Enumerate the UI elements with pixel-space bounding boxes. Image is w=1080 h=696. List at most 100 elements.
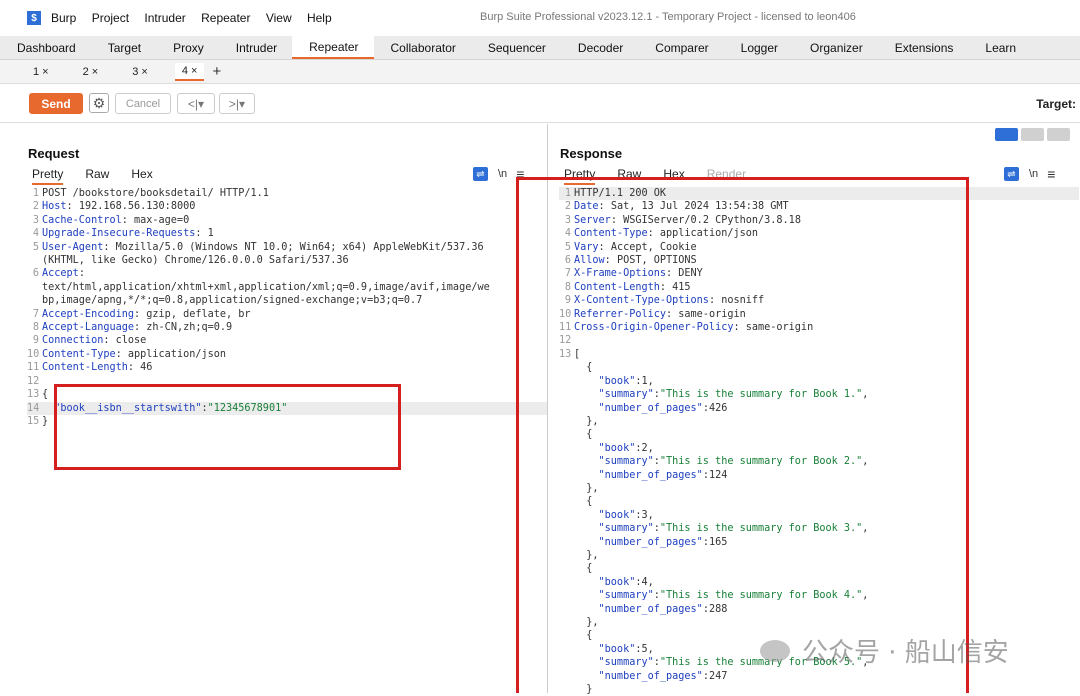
menu-burp[interactable]: Burp (51, 11, 76, 25)
line-number (27, 281, 39, 294)
watermark: 公众号 · 船山信安 (760, 632, 1009, 669)
code-key: Accept-Encoding (42, 308, 135, 320)
request-tab-hex[interactable]: Hex (131, 167, 152, 185)
tab-learn[interactable]: Learn (968, 36, 1031, 59)
burp-logo-icon: $ (27, 11, 41, 25)
code-value: : 192.168.56.130:8000 (66, 201, 196, 213)
request-tab-raw[interactable]: Raw (85, 167, 109, 185)
code-value: : zh-CN,zh;q=0.9 (134, 322, 233, 334)
toolbar: Send ⚙ Cancel <|▾ >|▾ Target: (0, 85, 1080, 123)
code-value: : 46 (127, 362, 153, 374)
menu-help[interactable]: Help (307, 11, 332, 25)
tab-collaborator[interactable]: Collaborator (374, 36, 471, 59)
code-value: : close (103, 335, 147, 347)
request-tab-pretty[interactable]: Pretty (32, 167, 64, 185)
code-line: (KHTML, like Gecko) Chrome/126.0.0.0 Saf… (27, 254, 547, 267)
add-tab-icon[interactable]: + (212, 63, 221, 80)
request-title: Request (28, 146, 80, 161)
code-line: 11 Content-Length: 46 (27, 361, 547, 374)
code-value: : Mozilla/5.0 (Windows NT 10.0; Win64; x… (103, 241, 484, 253)
line-number: 11 (27, 362, 40, 374)
title-bar: $ Burp Project Intruder Repeater View He… (0, 0, 1080, 36)
line-number: 5 (32, 241, 39, 253)
annotation-box-request (54, 384, 401, 470)
repeater-tab-4[interactable]: 4 × (174, 62, 205, 81)
code-line: 5 User-Agent: Mozilla/5.0 (Windows NT 10.… (27, 241, 547, 254)
code-line: 4 Upgrade-Insecure-Requests: 1 (27, 227, 547, 240)
code-value: : (78, 268, 85, 280)
code-value: : application/json (115, 348, 227, 360)
layout-tabs-icon[interactable] (1047, 128, 1070, 141)
target-label[interactable]: Target: (1036, 97, 1076, 111)
code-value: : max-age=0 (121, 214, 190, 226)
code-key: User-Agent (42, 241, 104, 253)
layout-horizontal-icon[interactable] (1021, 128, 1044, 141)
tab-dashboard[interactable]: Dashboard (0, 36, 91, 59)
code-line: 7 Accept-Encoding: gzip, deflate, br (27, 308, 547, 321)
line-number: 9 (32, 335, 39, 347)
line-number: 8 (32, 322, 39, 334)
send-button[interactable]: Send (29, 93, 83, 114)
code-key: Upgrade-Insecure-Requests (42, 228, 196, 240)
code-value: : 1 (195, 228, 214, 240)
window-title: Burp Suite Professional v2023.12.1 - Tem… (480, 11, 856, 23)
tab-intruder[interactable]: Intruder (219, 36, 292, 59)
tab-extensions[interactable]: Extensions (878, 36, 969, 59)
code-value: bp,image/apng,*/*;q=0.8,application/sign… (42, 295, 423, 307)
repeater-tab-1[interactable]: 1 × (26, 64, 56, 80)
repeater-tabs: 1 × 2 × 3 × 4 × + (0, 60, 1080, 84)
tab-comparer[interactable]: Comparer (638, 36, 723, 59)
settings-gear-icon[interactable]: ⚙ (89, 93, 109, 113)
newline-toggle-icon[interactable]: \n (498, 168, 507, 180)
menu-view[interactable]: View (266, 11, 292, 25)
code-value: POST /bookstore/booksdetail/ HTTP/1.1 (42, 188, 269, 199)
wrap-lines-icon[interactable]: ⇌ (473, 167, 488, 181)
repeater-tab-2[interactable]: 2 × (76, 64, 106, 80)
code-line: 1 POST /bookstore/booksdetail/ HTTP/1.1 (27, 187, 547, 200)
tab-proxy[interactable]: Proxy (156, 36, 219, 59)
code-value: (KHTML, like Gecko) Chrome/126.0.0.0 Saf… (42, 255, 349, 267)
code-line: 3 Cache-Control: max-age=0 (27, 214, 547, 227)
wrap-lines-icon[interactable]: ⇌ (1004, 167, 1019, 181)
code-key: Content-Type (42, 348, 116, 360)
line-number: 4 (32, 228, 39, 240)
menu-project[interactable]: Project (92, 11, 129, 25)
code-key: Connection (42, 335, 104, 347)
line-number: 3 (32, 214, 39, 226)
menu-intruder[interactable]: Intruder (144, 11, 185, 25)
line-number: 15 (27, 415, 40, 427)
line-number: 14 (27, 402, 40, 414)
tab-organizer[interactable]: Organizer (793, 36, 878, 59)
code-key: Accept (42, 268, 79, 280)
response-editor-icons: ⇌ \n ≡ (1004, 166, 1055, 182)
tab-sequencer[interactable]: Sequencer (471, 36, 561, 59)
menu-repeater[interactable]: Repeater (201, 11, 250, 25)
watermark-text: 公众号 · 船山信安 (802, 638, 1009, 668)
code-line: bp,image/apng,*/*;q=0.8,application/sign… (27, 294, 547, 307)
forward-button[interactable]: >|▾ (219, 93, 255, 114)
repeater-tab-3[interactable]: 3 × (125, 64, 155, 80)
code-line: 8 Accept-Language: zh-CN,zh;q=0.9 (27, 321, 547, 334)
newline-toggle-icon[interactable]: \n (1029, 168, 1038, 180)
code-key: Content-Length (42, 362, 128, 374)
tab-logger[interactable]: Logger (724, 36, 793, 59)
cancel-button[interactable]: Cancel (115, 93, 171, 114)
main-tabs: Dashboard Target Proxy Intruder Repeater… (0, 36, 1080, 60)
request-view-tabs: Pretty Raw Hex (32, 167, 175, 185)
menu-icon[interactable]: ≡ (1047, 166, 1055, 182)
code-value: } (42, 415, 49, 427)
line-number: 10 (27, 348, 40, 360)
line-number: 7 (32, 308, 39, 320)
code-line: 2 Host: 192.168.56.130:8000 (27, 200, 547, 213)
menu-bar: Burp Project Intruder Repeater View Help (51, 11, 344, 25)
line-number: 6 (32, 268, 39, 280)
layout-split-icon[interactable] (995, 128, 1018, 141)
tab-repeater[interactable]: Repeater (292, 36, 374, 59)
code-value: text/html,application/xhtml+xml,applicat… (42, 281, 490, 293)
response-title: Response (560, 146, 623, 161)
tab-target[interactable]: Target (91, 36, 156, 59)
back-button[interactable]: <|▾ (177, 93, 215, 114)
tab-decoder[interactable]: Decoder (561, 36, 638, 59)
code-line: 10 Content-Type: application/json (27, 348, 547, 361)
line-number: 12 (27, 375, 40, 387)
